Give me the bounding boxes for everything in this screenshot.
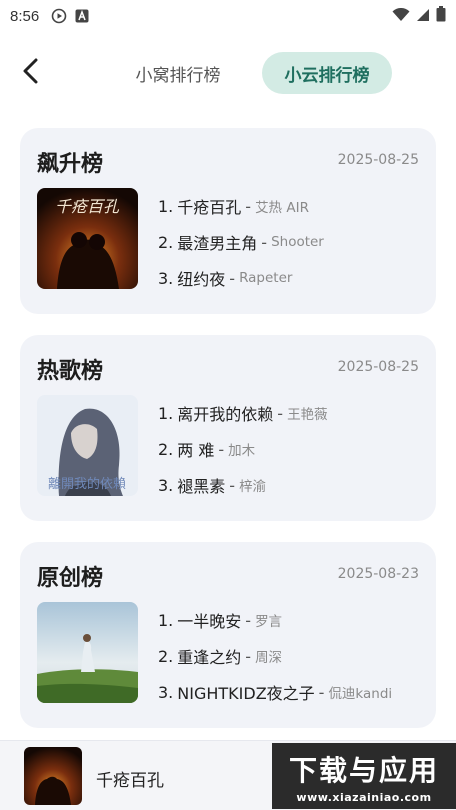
track-list: 1. 千疮百孔 - 艾热 AIR 2. 最渣男主角 - Shooter 3. 纽… bbox=[158, 188, 426, 296]
track-song: NIGHTKIDZ夜之子 bbox=[177, 684, 315, 703]
track-number: 1. bbox=[158, 403, 174, 423]
back-button[interactable] bbox=[16, 56, 46, 86]
chevron-left-icon bbox=[23, 58, 38, 84]
tab-xiaoyun-ranking[interactable]: 小云排行榜 bbox=[262, 52, 392, 94]
track-separator: - bbox=[245, 196, 252, 216]
track-number: 2. bbox=[158, 232, 174, 252]
track-song: 纽约夜 bbox=[177, 270, 226, 289]
track-item[interactable]: 2. 最渣男主角 - Shooter bbox=[158, 224, 426, 260]
chart-cover-image[interactable]: 千疮百孔 bbox=[37, 188, 138, 289]
chart-cover-image[interactable] bbox=[37, 602, 138, 703]
track-song: 最渣男主角 bbox=[177, 234, 258, 253]
track-number: 1. bbox=[158, 610, 174, 630]
track-song: 千疮百孔 bbox=[177, 198, 242, 217]
track-artist: 王艳薇 bbox=[287, 407, 328, 423]
svg-text:千疮百孔: 千疮百孔 bbox=[55, 197, 120, 216]
track-separator: - bbox=[229, 268, 236, 288]
chart-title: 热歌榜 bbox=[37, 359, 104, 384]
chart-card-hot[interactable]: 热歌榜 2025-08-25 離開我的依賴 1. 离开我的依赖 - 王艳薇 2.… bbox=[20, 335, 436, 521]
status-time: 8:56 bbox=[10, 7, 40, 25]
tab-xiaowo-ranking[interactable]: 小窝排行榜 bbox=[122, 52, 234, 94]
track-number: 3. bbox=[158, 682, 174, 702]
track-artist: Rapeter bbox=[239, 270, 293, 286]
chart-title: 原创榜 bbox=[37, 566, 104, 591]
track-artist: Shooter bbox=[271, 234, 324, 250]
track-artist: 艾热 AIR bbox=[255, 200, 309, 216]
track-song: 重逢之约 bbox=[177, 648, 242, 667]
top-navigation: 小窝排行榜 小云排行榜 bbox=[0, 44, 456, 100]
play-circle-icon bbox=[51, 8, 67, 24]
track-item[interactable]: 3. NIGHTKIDZ夜之子 - 侃迪kandi bbox=[158, 674, 426, 710]
chart-date: 2025-08-23 bbox=[337, 566, 419, 582]
track-song: 一半晚安 bbox=[177, 612, 242, 631]
track-song: 离开我的依赖 bbox=[177, 405, 274, 424]
chart-cover-image[interactable]: 離開我的依賴 bbox=[37, 395, 138, 496]
track-item[interactable]: 1. 离开我的依赖 - 王艳薇 bbox=[158, 395, 426, 431]
track-number: 3. bbox=[158, 268, 174, 288]
track-item[interactable]: 3. 褪黑素 - 梓渝 bbox=[158, 467, 426, 503]
chart-card-soaring[interactable]: 飙升榜 2025-08-25 千疮百孔 1. 千疮百孔 - 艾热 AIR 2. … bbox=[20, 128, 436, 314]
track-number: 2. bbox=[158, 439, 174, 459]
player-song-title: 千疮百孔 bbox=[96, 771, 164, 791]
track-number: 2. bbox=[158, 646, 174, 666]
track-artist: 周深 bbox=[255, 650, 283, 666]
svg-text:離開我的依賴: 離開我的依賴 bbox=[48, 476, 126, 492]
site-watermark: 下载与应用 www.xiazainiao.com bbox=[272, 743, 456, 809]
track-separator: - bbox=[218, 439, 225, 459]
track-separator: - bbox=[229, 475, 236, 495]
track-item[interactable]: 2. 两 难 - 加木 bbox=[158, 431, 426, 467]
track-item[interactable]: 1. 一半晚安 - 罗言 bbox=[158, 602, 426, 638]
track-separator: - bbox=[245, 646, 252, 666]
track-separator: - bbox=[277, 403, 284, 423]
app-a-icon bbox=[75, 9, 89, 23]
track-item[interactable]: 2. 重逢之约 - 周深 bbox=[158, 638, 426, 674]
watermark-main-text: 下载与应用 bbox=[288, 753, 439, 787]
wifi-icon bbox=[392, 7, 410, 26]
track-song: 两 难 bbox=[177, 441, 215, 460]
track-separator: - bbox=[318, 682, 325, 702]
track-artist: 侃迪kandi bbox=[328, 686, 393, 702]
signal-icon bbox=[416, 7, 430, 26]
player-cover-image[interactable] bbox=[24, 747, 82, 805]
track-artist: 罗言 bbox=[255, 614, 283, 630]
track-song: 褪黑素 bbox=[177, 477, 226, 496]
track-number: 3. bbox=[158, 475, 174, 495]
track-list: 1. 一半晚安 - 罗言 2. 重逢之约 - 周深 3. NIGHTKIDZ夜之… bbox=[158, 602, 426, 710]
chart-title: 飙升榜 bbox=[37, 152, 104, 177]
track-separator: - bbox=[261, 232, 268, 252]
chart-date: 2025-08-25 bbox=[337, 359, 419, 375]
mini-player[interactable]: 千疮百孔 下载与应用 www.xiazainiao.com bbox=[0, 740, 456, 810]
watermark-url-text: www.xiazainiao.com bbox=[296, 790, 432, 804]
chart-date: 2025-08-25 bbox=[337, 152, 419, 168]
track-item[interactable]: 1. 千疮百孔 - 艾热 AIR bbox=[158, 188, 426, 224]
track-item[interactable]: 3. 纽约夜 - Rapeter bbox=[158, 260, 426, 296]
track-artist: 加木 bbox=[228, 443, 256, 459]
track-number: 1. bbox=[158, 196, 174, 216]
track-artist: 梓渝 bbox=[239, 479, 267, 495]
chart-card-original[interactable]: 原创榜 2025-08-23 1. 一半晚安 - 罗言 2. 重逢之约 - 周深… bbox=[20, 542, 436, 728]
track-separator: - bbox=[245, 610, 252, 630]
status-bar: 8:56 bbox=[0, 0, 456, 32]
track-list: 1. 离开我的依赖 - 王艳薇 2. 两 难 - 加木 3. 褪黑素 - 梓渝 bbox=[158, 395, 426, 503]
battery-icon bbox=[436, 6, 446, 26]
